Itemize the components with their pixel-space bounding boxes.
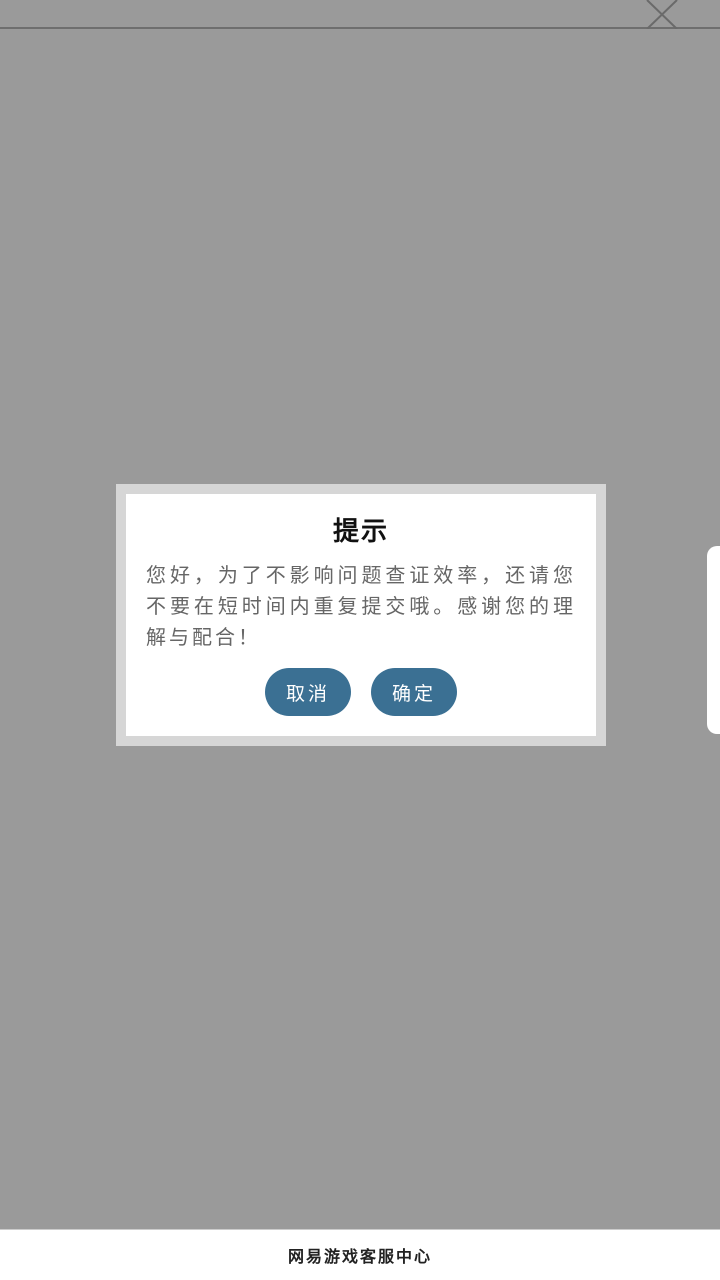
dialog-title: 提示	[332, 517, 389, 547]
screen: 提示 您好，为了不影响问题查证效率，还请您不要在短时间内重复提交哦。感谢您的理解…	[0, 0, 720, 1280]
footer-text: 网易游戏客服中心	[287, 1247, 432, 1266]
dialog-buttons: 取消 确定	[126, 668, 596, 716]
alert-dialog: 提示 您好，为了不影响问题查证效率，还请您不要在短时间内重复提交哦。感谢您的理解…	[126, 494, 596, 736]
close-icon	[646, 0, 678, 29]
close-button[interactable]	[644, 0, 680, 29]
cancel-button[interactable]: 取消	[265, 668, 351, 716]
top-bar	[0, 0, 720, 29]
confirm-button[interactable]: 确定	[371, 668, 457, 716]
side-panel-tab[interactable]	[707, 546, 720, 734]
dialog-frame: 提示 您好，为了不影响问题查证效率，还请您不要在短时间内重复提交哦。感谢您的理解…	[116, 484, 606, 746]
footer: 网易游戏客服中心	[0, 1229, 720, 1280]
dialog-message: 您好，为了不影响问题查证效率，还请您不要在短时间内重复提交哦。感谢您的理解与配合…	[146, 563, 576, 649]
